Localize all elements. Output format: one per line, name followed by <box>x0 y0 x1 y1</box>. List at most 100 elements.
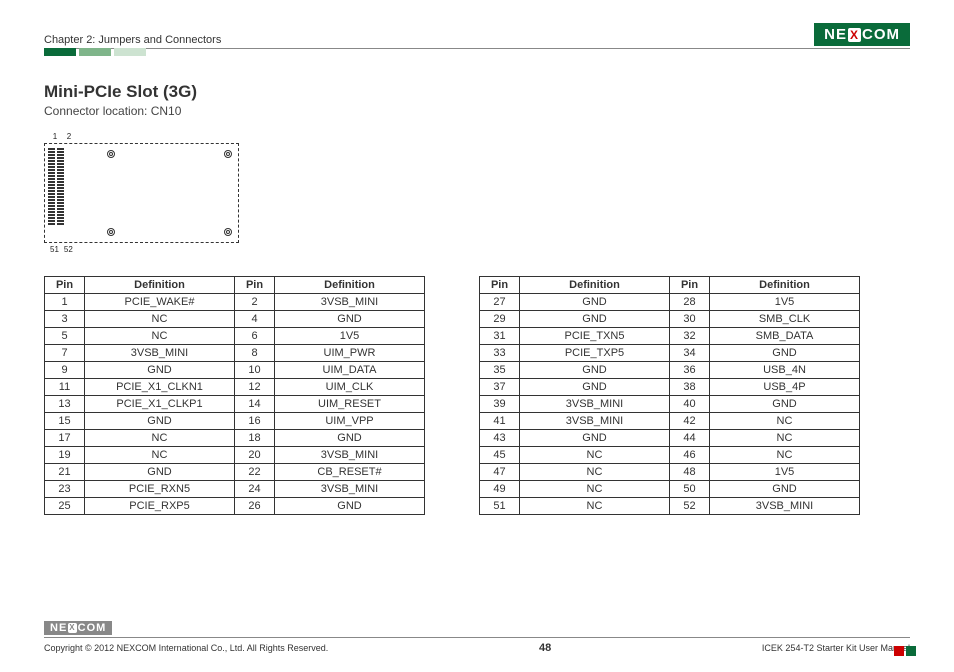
table-row: 37GND38USB_4P <box>480 379 860 396</box>
table-row: 29GND30SMB_CLK <box>480 311 860 328</box>
definition-cell: USB_4N <box>710 362 860 379</box>
table-row: 9GND10UIM_DATA <box>45 362 425 379</box>
definition-cell: 3VSB_MINI <box>85 345 235 362</box>
definition-cell: 1V5 <box>710 464 860 481</box>
definition-cell: GND <box>520 362 670 379</box>
definition-cell: GND <box>520 379 670 396</box>
brand-left: NE <box>824 26 847 43</box>
definition-cell: PCIE_WAKE# <box>85 294 235 311</box>
definition-cell: 1V5 <box>275 328 425 345</box>
pin-cell: 46 <box>670 447 710 464</box>
pin-cell: 11 <box>45 379 85 396</box>
footer-corner-mark-icon <box>906 646 916 656</box>
pin-cell: 34 <box>670 345 710 362</box>
definition-cell: CB_RESET# <box>275 464 425 481</box>
brand-right: COM <box>78 622 107 634</box>
pin-cell: 38 <box>670 379 710 396</box>
pin-cell: 21 <box>45 464 85 481</box>
table-row: 413VSB_MINI42NC <box>480 413 860 430</box>
definition-cell: PCIE_TXP5 <box>520 345 670 362</box>
pin-table-right: Pin Definition Pin Definition 27GND281V5… <box>479 276 860 515</box>
definition-cell: NC <box>85 311 235 328</box>
pin-cell: 41 <box>480 413 520 430</box>
definition-cell: NC <box>520 464 670 481</box>
footer-rule <box>44 637 910 638</box>
definition-cell: 3VSB_MINI <box>275 447 425 464</box>
pin-table-left: Pin Definition Pin Definition 1PCIE_WAKE… <box>44 276 425 515</box>
pin-label-2: 2 <box>66 132 72 141</box>
definition-cell: UIM_VPP <box>275 413 425 430</box>
col-def: Definition <box>275 277 425 294</box>
pin-labels-bottom: 51 52 <box>50 245 239 254</box>
diagram-area: 1 2 51 52 <box>44 132 910 254</box>
pin-cell: 20 <box>235 447 275 464</box>
footer-row: Copyright © 2012 NEXCOM International Co… <box>44 642 910 654</box>
definition-cell: 3VSB_MINI <box>710 498 860 515</box>
pin-cell: 23 <box>45 481 85 498</box>
pin-cell: 10 <box>235 362 275 379</box>
pin-cell: 14 <box>235 396 275 413</box>
pin-cell: 37 <box>480 379 520 396</box>
table-row: 21GND22CB_RESET# <box>45 464 425 481</box>
pin-cell: 16 <box>235 413 275 430</box>
pin-tables: Pin Definition Pin Definition 1PCIE_WAKE… <box>44 276 910 515</box>
content: Mini-PCIe Slot (3G) Connector location: … <box>44 82 910 515</box>
definition-cell: NC <box>520 498 670 515</box>
definition-cell: 3VSB_MINI <box>275 481 425 498</box>
definition-cell: GND <box>710 345 860 362</box>
definition-cell: NC <box>520 447 670 464</box>
pin-cell: 24 <box>235 481 275 498</box>
pin-cell: 27 <box>480 294 520 311</box>
definition-cell: PCIE_X1_CLKN1 <box>85 379 235 396</box>
header: Chapter 2: Jumpers and Connectors NEXCOM <box>44 18 910 46</box>
mounting-hole-icon <box>224 228 232 236</box>
pin-cell: 19 <box>45 447 85 464</box>
pin-cell: 35 <box>480 362 520 379</box>
pin-cell: 36 <box>670 362 710 379</box>
table-row: 17NC18GND <box>45 430 425 447</box>
definition-cell: 3VSB_MINI <box>520 413 670 430</box>
definition-cell: GND <box>275 311 425 328</box>
definition-cell: NC <box>85 447 235 464</box>
definition-cell: GND <box>710 481 860 498</box>
pin-cell: 50 <box>670 481 710 498</box>
brand-x-icon: X <box>848 28 861 42</box>
pin-cell: 30 <box>670 311 710 328</box>
definition-cell: NC <box>85 430 235 447</box>
slot-body <box>67 144 238 242</box>
manual-name: ICEK 254-T2 Starter Kit User Manual <box>762 643 910 653</box>
pin-cell: 13 <box>45 396 85 413</box>
definition-cell: PCIE_TXN5 <box>520 328 670 345</box>
col-pin: Pin <box>480 277 520 294</box>
col-def: Definition <box>710 277 860 294</box>
pin-cell: 31 <box>480 328 520 345</box>
pin-cell: 12 <box>235 379 275 396</box>
chapter-title: Chapter 2: Jumpers and Connectors <box>44 34 221 46</box>
pin-label-52: 52 <box>64 245 73 254</box>
pin-cell: 43 <box>480 430 520 447</box>
pin-cell: 48 <box>670 464 710 481</box>
definition-cell: GND <box>520 311 670 328</box>
table-row: 19NC203VSB_MINI <box>45 447 425 464</box>
definition-cell: GND <box>85 464 235 481</box>
col-def: Definition <box>520 277 670 294</box>
mounting-hole-icon <box>224 150 232 158</box>
definition-cell: 1V5 <box>710 294 860 311</box>
table-row: 33PCIE_TXP534GND <box>480 345 860 362</box>
definition-cell: UIM_DATA <box>275 362 425 379</box>
table-row: 49NC50GND <box>480 481 860 498</box>
mounting-hole-icon <box>107 228 115 236</box>
pin-cell: 25 <box>45 498 85 515</box>
col-def: Definition <box>85 277 235 294</box>
pin-cell: 28 <box>670 294 710 311</box>
table-row: 45NC46NC <box>480 447 860 464</box>
col-pin: Pin <box>45 277 85 294</box>
diagram-wrap: 1 2 51 52 <box>44 132 239 254</box>
tab-accent-3 <box>114 48 146 56</box>
logo-wrap: NEXCOM <box>814 23 910 46</box>
table-row: 43GND44NC <box>480 430 860 447</box>
table-row: 31PCIE_TXN532SMB_DATA <box>480 328 860 345</box>
page-number: 48 <box>539 642 551 654</box>
table-row: 51NC523VSB_MINI <box>480 498 860 515</box>
definition-cell: SMB_CLK <box>710 311 860 328</box>
